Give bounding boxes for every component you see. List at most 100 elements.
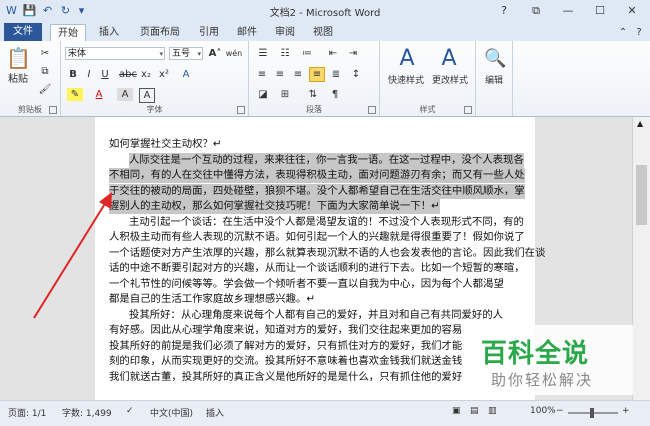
editing-button[interactable]: 编辑 xyxy=(478,75,510,88)
bullets-icon[interactable]: ☰ xyxy=(255,47,271,60)
font-name-combo[interactable]: 宋体 ▾ xyxy=(65,47,165,60)
font-group-label: 字体 xyxy=(146,105,163,114)
word-count[interactable]: 字数: 1,499 xyxy=(62,406,112,419)
font-color-icon[interactable]: A xyxy=(91,88,107,101)
document-line[interactable]: 一个礼节性的问候等等。学会做一个倾听者不要一直以自我为中心，因为每个人都渴望 xyxy=(109,277,504,292)
tab-page-layout[interactable]: 页面布局 xyxy=(132,24,188,41)
change-styles-button[interactable]: 更改样式 xyxy=(428,75,472,88)
char-border-icon[interactable]: A xyxy=(139,88,155,103)
minimize-button[interactable]: — xyxy=(552,0,584,22)
maximize-button[interactable]: ☐ xyxy=(584,0,616,22)
show-marks-icon[interactable]: ¶ xyxy=(327,88,343,101)
paragraph-launcher-icon[interactable] xyxy=(368,106,376,114)
tab-home[interactable]: 开始 xyxy=(50,24,86,42)
cut-icon[interactable]: ✂ xyxy=(38,47,52,60)
document-line[interactable]: 不相同，有的人在交往中懂得方法，表现得积极主动，面对问题游刃有余；而又有一些人处 xyxy=(109,168,525,183)
tab-view[interactable]: 视图 xyxy=(306,24,340,41)
document-line[interactable]: 于交往的被动的局面，四处碰壁，狼狈不堪。没个人都希望自己在生活交往中顺风顺水，掌 xyxy=(109,183,525,199)
char-shading-icon[interactable]: A xyxy=(117,88,133,101)
tab-insert[interactable]: 插入 xyxy=(92,24,126,41)
borders-icon[interactable]: ⊞ xyxy=(277,88,293,101)
font-size-value: 五号 xyxy=(172,49,191,59)
ribbon-options-button[interactable]: ⧉ xyxy=(520,0,552,22)
sort-icon[interactable]: ⇅ xyxy=(305,88,321,101)
tab-mailings[interactable]: 邮件 xyxy=(230,24,264,41)
quick-styles-button[interactable]: 快速样式 xyxy=(384,75,428,88)
scroll-up-icon[interactable]: ▲ xyxy=(637,119,643,128)
subscript-button[interactable]: x₂ xyxy=(139,68,153,81)
superscript-button[interactable]: x² xyxy=(157,68,171,81)
paragraph-group-label: 段落 xyxy=(306,105,322,114)
web-layout-icon[interactable]: ▥ xyxy=(488,406,497,416)
quick-styles-icon[interactable]: A xyxy=(392,45,422,73)
text-effects-icon[interactable]: A xyxy=(179,68,193,81)
scroll-thumb[interactable] xyxy=(636,165,647,225)
line-spacing-icon[interactable]: ↕ xyxy=(349,68,363,81)
document-line[interactable]: 有好感。因此从心理学角度来说，知道对方的爱好，我们交往起来更加的容易 xyxy=(109,323,462,338)
zoom-slider-handle[interactable] xyxy=(590,408,594,418)
shading-icon[interactable]: ◪ xyxy=(255,88,271,101)
document-line[interactable]: 都是自己的生活工作家庭故乡理想感兴趣。↵ xyxy=(109,292,315,307)
help-button[interactable]: ? xyxy=(488,0,520,22)
document-line[interactable]: 人际交往是一个互动的过程，来来往往，你一言我一语。在这一过程中，没个人表现各 xyxy=(129,152,524,168)
copy-icon[interactable]: ⧉ xyxy=(38,65,52,78)
tab-references[interactable]: 引用 xyxy=(192,24,226,41)
font-launcher-icon[interactable] xyxy=(237,106,245,114)
underline-button[interactable]: U xyxy=(99,68,111,81)
align-center-icon[interactable]: ≡ xyxy=(273,68,287,81)
status-bar: 页面: 1/1 字数: 1,499 ✓ 中文(中国) 插入 ▣ ▤ ▥ 100%… xyxy=(0,400,650,426)
phonetic-guide-button[interactable]: wén xyxy=(225,47,243,60)
format-painter-icon[interactable]: 🖌 xyxy=(38,83,52,96)
change-styles-icon[interactable]: A xyxy=(434,45,464,73)
styles-group: A 快速样式 A 更改样式 样式 xyxy=(380,41,476,116)
paste-icon[interactable]: 📋 xyxy=(6,46,31,70)
clipboard-launcher-icon[interactable] xyxy=(49,106,57,114)
document-line[interactable]: 投其所好：从心理角度来说每个人都有自己的爱好，并且对和自己有共同爱好的人 xyxy=(129,308,503,323)
document-line[interactable]: 主动引起一个谈话：在生活中没个人都是渴望友谊的！不过没个人表现形式不同，有的 xyxy=(129,215,524,230)
highlight-icon[interactable]: ✎ xyxy=(67,88,83,101)
page-count[interactable]: 页面: 1/1 xyxy=(8,406,46,419)
tab-review[interactable]: 审阅 xyxy=(268,24,302,41)
watermark: 百科全说 助你轻松解决 xyxy=(463,325,633,395)
numbering-icon[interactable]: ☷ xyxy=(277,47,293,60)
zoom-in-icon[interactable]: + xyxy=(622,406,630,416)
insert-mode[interactable]: 插入 xyxy=(206,406,224,419)
styles-launcher-icon[interactable] xyxy=(464,106,472,114)
print-layout-icon[interactable]: ▣ xyxy=(452,406,461,416)
strikethrough-button[interactable]: abc xyxy=(119,68,137,81)
proofing-icon[interactable]: ✓ xyxy=(126,406,134,416)
editing-icon[interactable]: 🔍 xyxy=(484,47,506,71)
italic-button[interactable]: I xyxy=(83,68,95,81)
align-left-icon[interactable]: ≡ xyxy=(255,68,269,81)
document-line[interactable]: 刻的印象，从而实现更好的交流。投其所好不意味着也喜欢金钱我们就送金钱 xyxy=(109,354,462,369)
zoom-out-icon[interactable]: − xyxy=(556,406,564,416)
bold-button[interactable]: B xyxy=(67,68,79,81)
tab-file[interactable]: 文件 xyxy=(4,23,42,41)
document-line[interactable]: 握别人的主动权，那么如何掌握社交技巧呢！下面为大家简单说一下！↵ xyxy=(109,199,440,214)
watermark-title: 百科全说 xyxy=(481,339,590,369)
paste-button-label[interactable]: 粘贴 xyxy=(4,73,32,86)
document-line[interactable]: 话的中途不断要引起对方的兴趣，从而让一个谈话顺利的进行下去。比如一个短暂的寒暄， xyxy=(109,261,525,276)
close-button[interactable]: ✕ xyxy=(616,0,648,22)
multilevel-list-icon[interactable]: ≔ xyxy=(299,47,315,60)
document-line[interactable]: 我们就送古董，投其所好的真正含义是他所好的是是什么，只有抓住他的爱好 xyxy=(109,370,462,385)
align-right-icon[interactable]: ≡ xyxy=(291,68,305,81)
vertical-scrollbar[interactable]: ▲ xyxy=(632,117,650,400)
collapse-ribbon-icon[interactable]: ⌃ xyxy=(616,24,630,41)
document-line[interactable]: 投其所好的前提是我们必须了解对方的爱好，只有抓住对方的爱好，我们才能 xyxy=(109,339,462,354)
fullscreen-read-icon[interactable]: ▤ xyxy=(470,406,479,416)
chevron-down-icon: ▾ xyxy=(197,50,201,58)
justify-icon[interactable]: ≡ xyxy=(309,67,325,82)
document-line[interactable]: 如何掌握社交主动权？↵ xyxy=(109,137,222,152)
document-line[interactable]: 人积极主动而有些人表现的沉默不语。如何引起一个人的兴趣就是得很重要了！假如你说了 xyxy=(109,230,525,245)
ribbon-help-icon[interactable]: ? xyxy=(632,24,646,41)
distributed-icon[interactable]: ≣ xyxy=(329,68,343,81)
grow-font-icon[interactable]: A˄ xyxy=(207,47,223,60)
document-line[interactable]: 一个话题使对方产生浓厚的兴趣，那么就算表现沉默不语的人也会发表他的言论。因此我们… xyxy=(109,246,545,261)
language[interactable]: 中文(中国) xyxy=(150,406,193,419)
font-group: 宋体 ▾ 五号 ▾ A˄ wén B I U abc x₂ x² A ✎ A A A… xyxy=(61,41,249,116)
decrease-indent-icon[interactable]: ⇤ xyxy=(325,47,341,60)
font-size-combo[interactable]: 五号 ▾ xyxy=(169,47,203,60)
increase-indent-icon[interactable]: ⇥ xyxy=(345,47,361,60)
zoom-level[interactable]: 100% xyxy=(530,406,556,416)
